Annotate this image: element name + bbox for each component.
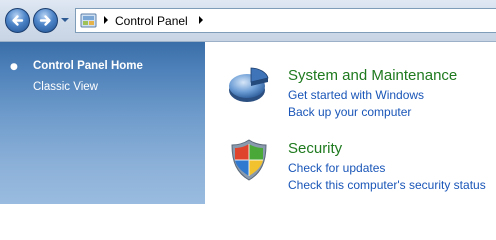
address-bar[interactable]: Control Panel — [75, 8, 496, 33]
main-content: System and Maintenance Get started with … — [205, 42, 496, 204]
breadcrumb-separator-icon[interactable] — [198, 16, 204, 24]
breadcrumb-separator-icon[interactable] — [103, 16, 109, 24]
link-check-security-status[interactable]: Check this computer's security status — [288, 178, 486, 193]
control-panel-folder-icon — [80, 13, 97, 28]
navigation-bar: Control Panel — [0, 0, 496, 42]
sidebar-item-control-panel-home[interactable]: Control Panel Home — [33, 59, 143, 74]
recent-pages-dropdown-icon[interactable] — [60, 15, 70, 25]
back-arrow-icon — [12, 15, 24, 26]
forward-arrow-icon — [39, 15, 51, 26]
category-title-security[interactable]: Security — [288, 140, 342, 158]
security-shield-icon[interactable] — [227, 138, 271, 182]
forward-button[interactable] — [33, 8, 58, 33]
sidebar-item-classic-view[interactable]: Classic View — [33, 80, 98, 95]
category-title-system-maintenance[interactable]: System and Maintenance — [288, 67, 457, 85]
system-maintenance-icon[interactable] — [227, 64, 271, 108]
left-task-pane: ● Control Panel Home Classic View — [0, 42, 205, 204]
back-button[interactable] — [5, 8, 30, 33]
control-panel-window: Control Panel ● Control Panel Home Class… — [0, 0, 496, 204]
link-check-for-updates[interactable]: Check for updates — [288, 161, 385, 176]
link-back-up-your-computer[interactable]: Back up your computer — [288, 105, 411, 120]
link-get-started-with-windows[interactable]: Get started with Windows — [288, 88, 424, 103]
breadcrumb-control-panel[interactable]: Control Panel — [115, 13, 188, 29]
selected-bullet-icon: ● — [10, 62, 18, 72]
